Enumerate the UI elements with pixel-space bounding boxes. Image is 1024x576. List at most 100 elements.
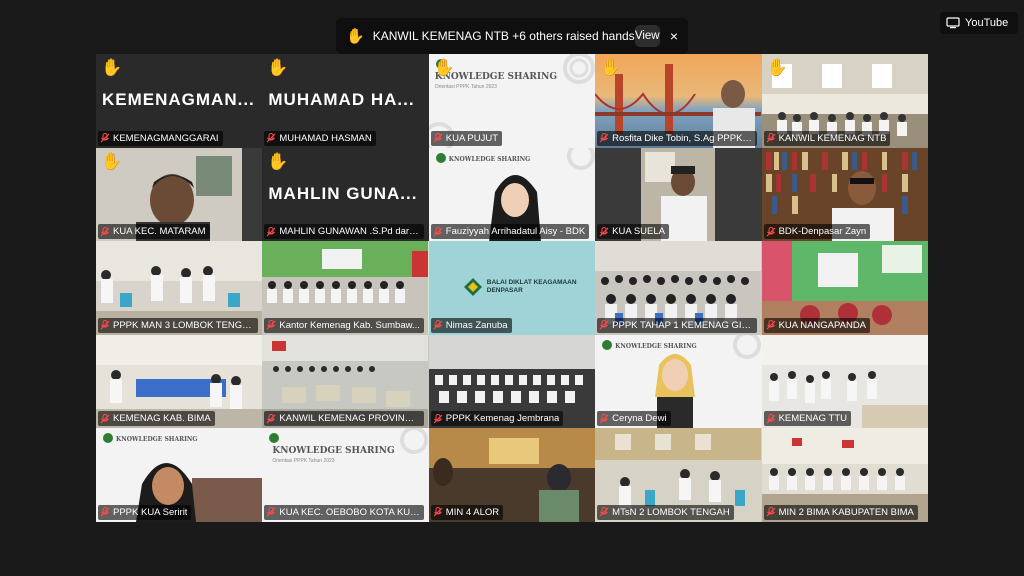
slide-title: KNOWLEDGE SHARING	[272, 446, 395, 457]
participant-name: PPPK KUA Seririt	[113, 506, 188, 518]
mic-muted-icon	[766, 413, 775, 424]
mic-muted-icon	[433, 507, 443, 517]
participant-name-label: KUA KEC. MATARAM	[98, 224, 210, 240]
participant-name: MTsN 2 LOMBOK TENGAH	[612, 506, 730, 518]
video-tile[interactable]: MUHAMAD HA... ✋ MUHAMAD HASMAN	[262, 54, 429, 148]
raised-hand-icon: ✋	[600, 58, 622, 77]
participant-name: PPPK Kemenag Jembrana	[445, 413, 560, 425]
participant-name-label: Rosfita Dike Tobin, S.Ag PPPK K...	[597, 130, 758, 146]
video-tile[interactable]: MTsN 2 LOMBOK TENGAH	[595, 428, 762, 522]
mic-muted-icon	[766, 507, 775, 517]
participant-initial-name: MAHLIN GUNA...	[268, 183, 418, 203]
participant-name: KUA KEC. OEBOBO KOTA KUPA...	[279, 506, 421, 518]
participant-name-label: Fauziyyah Arrihadatul Aisy - BDK	[430, 224, 590, 240]
participant-name-label: KANWIL KEMENAG PROVINSI ...	[264, 411, 425, 427]
video-tile[interactable]: KNOWLEDGE SHARING Ceryna Dewi	[595, 334, 762, 429]
participant-name: KUA PUJUT	[445, 132, 499, 144]
video-tile[interactable]: KUA NANGAPANDA	[761, 241, 928, 335]
video-tile[interactable]: PPPK MAN 3 LOMBOK TENGAH	[96, 241, 263, 335]
participant-initial-name: KEMENAGMAN...	[102, 90, 255, 109]
participant-initial-name: MUHAMAD HA...	[268, 90, 415, 109]
youtube-button[interactable]: YouTube	[940, 12, 1018, 34]
video-tile[interactable]: KNOWLEDGE SHARING Fauziyyah Arrihadatul …	[428, 147, 596, 242]
participant-name-label: MIN 2 BIMA KABUPATEN BIMA	[763, 504, 918, 520]
video-tile[interactable]: BALAI DIKLAT KEAGAMAAN DENPASAR Nimas Za…	[428, 241, 596, 335]
participant-name: KANWIL KEMENAG PROVINSI ...	[279, 413, 421, 425]
raised-hand-icon: ✋	[433, 58, 455, 77]
video-tile[interactable]: KEMENAGMAN... ✋ KEMENAGMANGGARAI	[96, 54, 263, 148]
participant-name-label: KUA KEC. OEBOBO KOTA KUPA...	[264, 504, 425, 520]
participant-name: Fauziyyah Arrihadatul Aisy - BDK	[445, 226, 586, 238]
participant-name-label: KUA SUELA	[597, 224, 669, 240]
video-tile[interactable]: MIN 4 ALOR	[428, 428, 596, 522]
raised-hands-text: KANWIL KEMENAG NTB +6 others raised hand…	[372, 29, 635, 43]
mic-muted-icon	[599, 507, 609, 517]
video-tile[interactable]: Kantor Kemenag Kab. Sumbaw...	[262, 241, 429, 335]
video-tile[interactable]: KNOWLEDGE SHARING Orientasi PPPK Tahun 2…	[262, 428, 429, 522]
video-tile-active-speaker[interactable]: BDK-Denpasar Zayn	[761, 147, 928, 242]
broadcast-icon	[946, 17, 960, 29]
participant-name-label: PPPK KUA Seririt	[98, 504, 192, 520]
participant-name-label: MAHLIN GUNAWAN .S.Pd dari ...	[264, 224, 425, 240]
participant-name-label: PPPK MAN 3 LOMBOK TENGAH	[98, 317, 258, 333]
mic-muted-icon	[100, 507, 110, 517]
participant-name-label: KEMENAG KAB. BIMA	[98, 411, 215, 427]
mic-muted-icon	[266, 226, 276, 237]
video-tile[interactable]: KUA SUELA	[595, 147, 762, 242]
mic-muted-icon	[266, 413, 276, 424]
mic-muted-icon	[266, 507, 276, 517]
mic-muted-icon	[766, 133, 775, 143]
mic-muted-icon	[599, 413, 609, 424]
view-button[interactable]: View	[634, 25, 660, 47]
video-tile[interactable]: ✋ KANWIL KEMENAG NTB	[761, 54, 928, 148]
participant-name-label: MIN 4 ALOR	[430, 504, 504, 520]
participant-name: Kantor Kemenag Kab. Sumbaw...	[279, 319, 420, 331]
mic-muted-icon	[766, 226, 775, 237]
video-tile[interactable]: PPPK TAHAP 1 KEMENAG GIAN...	[595, 241, 762, 335]
participant-name-label: BDK-Denpasar Zayn	[763, 224, 871, 240]
video-tile[interactable]: ✋ KUA KEC. MATARAM	[96, 147, 263, 242]
participant-name: KUA SUELA	[612, 226, 665, 238]
participant-name: KEMENAG TTU	[778, 413, 848, 425]
video-tile[interactable]: KNOWLEDGE SHARING PPPK KUA Seririt	[96, 428, 263, 522]
mic-muted-icon	[599, 133, 609, 143]
youtube-label: YouTube	[965, 17, 1009, 29]
slide-title: KNOWLEDGE SHARING	[448, 155, 531, 163]
participant-name: KUA KEC. MATARAM	[113, 226, 206, 238]
participant-name-label: KEMENAGMANGGARAI	[98, 130, 223, 146]
video-tile[interactable]: MIN 2 BIMA KABUPATEN BIMA	[761, 428, 928, 522]
video-tile[interactable]: MAHLIN GUNA... ✋ MAHLIN GUNAWAN .S.Pd dar…	[262, 147, 429, 242]
raised-hand-icon: ✋	[346, 28, 365, 45]
mic-muted-icon	[433, 320, 443, 330]
participant-name: KEMENAG KAB. BIMA	[113, 413, 211, 425]
participant-name: Ceryna Dewi	[612, 413, 667, 425]
raised-hand-icon: ✋	[267, 58, 289, 77]
video-tile[interactable]: ✋ Rosfita Dike Tobin, S.Ag PPPK K...	[595, 54, 762, 148]
mic-muted-icon	[100, 413, 110, 424]
raised-hand-icon: ✋	[101, 58, 123, 77]
participant-name-label: KEMENAG TTU	[763, 411, 852, 427]
participant-name: PPPK TAHAP 1 KEMENAG GIAN...	[612, 319, 754, 331]
kemenag-logo-icon	[463, 278, 482, 297]
participant-name: KANWIL KEMENAG NTB	[778, 132, 887, 144]
mic-muted-icon	[100, 226, 110, 237]
mic-muted-icon	[266, 320, 276, 330]
video-tile[interactable]: KEMENAG TTU	[761, 334, 928, 429]
mic-muted-icon	[266, 133, 276, 143]
close-icon[interactable]: ×	[670, 28, 678, 44]
participant-name-label: PPPK Kemenag Jembrana	[430, 411, 564, 427]
video-tile[interactable]: PPPK Kemenag Jembrana	[428, 334, 596, 429]
video-tile[interactable]: KNOWLEDGE SHARING Orientasi PPPK Tahun 2…	[428, 54, 596, 148]
slide-subtitle: Orientasi PPPK Tahun 2023	[272, 458, 335, 465]
participant-name: Nimas Zanuba	[445, 319, 508, 331]
video-tile[interactable]: KANWIL KEMENAG PROVINSI ...	[262, 334, 429, 429]
participant-name-label: Kantor Kemenag Kab. Sumbaw...	[264, 317, 424, 333]
mic-muted-icon	[433, 133, 443, 143]
slide-subtitle: Orientasi PPPK Tahun 2023	[434, 84, 497, 90]
participant-name: MUHAMAD HASMAN	[279, 132, 372, 144]
mic-muted-icon	[433, 413, 443, 424]
video-tile[interactable]: KEMENAG KAB. BIMA	[96, 334, 263, 429]
raised-hand-icon: ✋	[267, 151, 289, 171]
participant-name: Rosfita Dike Tobin, S.Ag PPPK K...	[612, 132, 754, 144]
raised-hands-notification: ✋ KANWIL KEMENAG NTB +6 others raised ha…	[336, 18, 688, 54]
